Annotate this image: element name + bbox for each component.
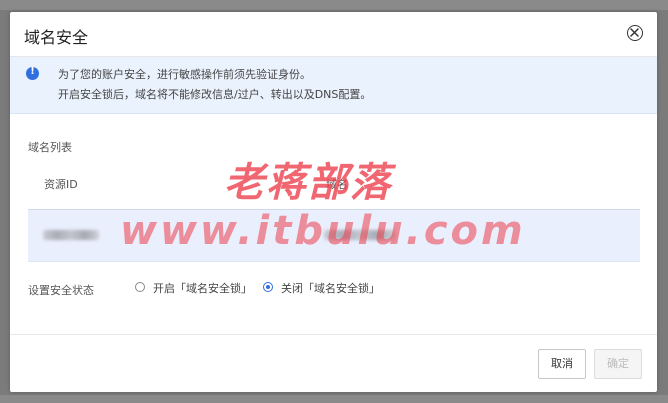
enable-lock-radio[interactable]: 开启「域名安全锁」 — [135, 280, 255, 296]
dialog-header: 域名安全 — [10, 12, 657, 57]
dialog-footer: 取消 确定 — [10, 334, 657, 392]
watermark-text-cn: 老蒋部落 — [224, 160, 392, 206]
domain-list-label: 域名列表 — [28, 141, 72, 154]
cancel-button[interactable]: 取消 — [538, 349, 586, 379]
dialog-title: 域名安全 — [24, 28, 89, 47]
info-icon: ! — [26, 66, 39, 80]
resource-id-cell-blurred — [43, 230, 99, 240]
column-header-domain: 域名 — [326, 178, 348, 191]
domain-security-dialog: 域名安全 ! 为了您的账户安全，进行敏感操作前须先验证身份。 开启安全锁后，域名… — [10, 12, 657, 392]
close-icon[interactable] — [627, 25, 643, 41]
radio-circle-icon — [135, 282, 145, 292]
page-backdrop-top — [0, 0, 668, 10]
table-row — [28, 209, 640, 262]
alert-line-2: 开启安全锁后，域名将不能修改信息/过户、转出以及DNS配置。 — [58, 88, 372, 101]
page-backdrop-bottom — [0, 395, 668, 403]
column-header-resource-id: 资源ID — [44, 178, 78, 191]
enable-lock-label: 开启「域名安全锁」 — [153, 282, 252, 295]
security-status-label: 设置安全状态 — [28, 284, 94, 297]
radio-checked-icon — [263, 282, 273, 292]
info-alert: ! 为了您的账户安全，进行敏感操作前须先验证身份。 开启安全锁后，域名将不能修改… — [10, 57, 657, 114]
disable-lock-label: 关闭「域名安全锁」 — [281, 282, 380, 295]
domain-cell-blurred — [324, 230, 396, 240]
confirm-button[interactable]: 确定 — [594, 349, 642, 379]
disable-lock-radio[interactable]: 关闭「域名安全锁」 — [263, 280, 393, 296]
alert-line-1: 为了您的账户安全，进行敏感操作前须先验证身份。 — [58, 68, 311, 81]
